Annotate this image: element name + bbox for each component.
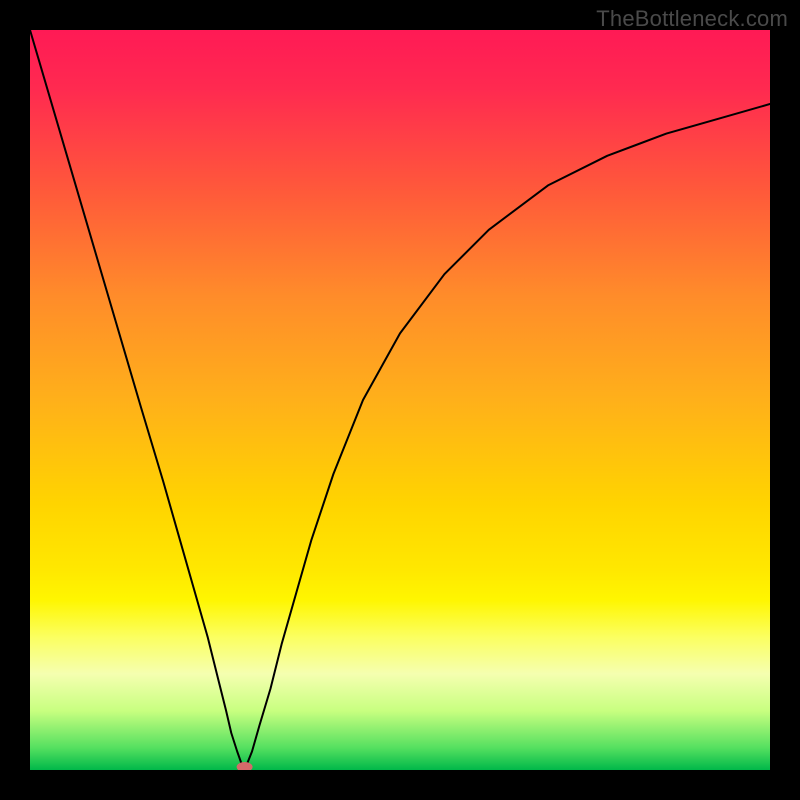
bottleneck-curve <box>30 30 770 770</box>
minimum-point-marker <box>237 762 253 770</box>
chart-plot-area <box>30 30 770 770</box>
curve-line <box>30 30 770 770</box>
watermark-text: TheBottleneck.com <box>596 6 788 32</box>
